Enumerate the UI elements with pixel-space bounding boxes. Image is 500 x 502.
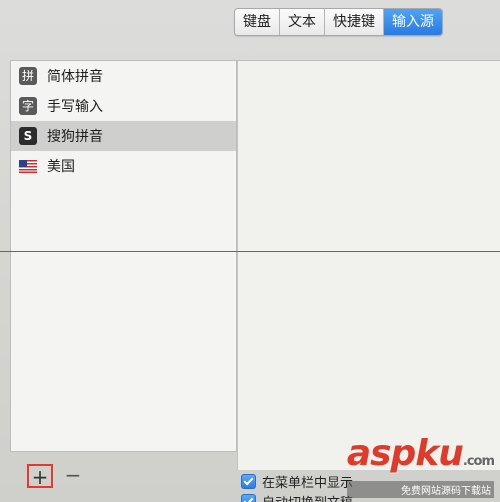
option-label: 在菜单栏中显示 [262,476,354,491]
input-source-detail-panel [237,60,500,470]
tab-text[interactable]: 文本 [280,9,325,35]
option-label: 自动切换到文稿 [262,492,353,502]
sogou-icon: S [19,127,37,145]
add-input-source-button[interactable]: + [27,464,53,488]
list-item-label: 简体拼音 [47,69,103,85]
watermark-subtitle: 免费网站源码下载站 [346,481,494,498]
list-item-label: 美国 [47,159,75,175]
remove-input-source-button[interactable]: − [60,464,86,488]
tab-input-sources[interactable]: 输入源 [384,9,442,35]
pinyin-icon: 拼 [19,67,37,85]
list-item-us[interactable]: 美国 [11,151,236,181]
checkbox-checked-icon[interactable] [241,494,256,502]
tab-bar: 键盘 文本 快捷键 输入源 [234,8,443,36]
watermark-logo: aspku.com [346,433,495,480]
input-source-list: 拼 简体拼音 字 手写输入 S 搜狗拼音 美国 [10,60,237,452]
site-watermark: aspku.com 免费网站源码下载站 [346,433,495,498]
auto-switch-option[interactable]: 自动切换到文稿 [241,492,353,502]
red-guide-line [0,251,500,252]
list-item-label: 搜狗拼音 [47,129,103,145]
handwriting-icon: 字 [19,97,37,115]
list-item-sogou-pinyin[interactable]: S 搜狗拼音 [11,121,236,151]
tab-shortcuts[interactable]: 快捷键 [325,9,384,35]
list-item-label: 手写输入 [47,99,103,115]
list-item-handwriting[interactable]: 字 手写输入 [11,91,236,121]
watermark-tld: .com [462,454,495,469]
keyboard-preferences-window: 键盘 文本 快捷键 输入源 拼 简体拼音 字 手写输入 S 搜狗拼音 美国 + … [0,0,500,502]
checkbox-checked-icon[interactable] [241,474,256,489]
us-flag-icon [19,159,37,173]
tab-keyboard[interactable]: 键盘 [235,9,280,35]
list-item-simplified-pinyin[interactable]: 拼 简体拼音 [11,61,236,91]
show-in-menu-bar-option[interactable]: 在菜单栏中显示 [241,472,353,491]
watermark-logo-text: aspku [346,433,464,474]
